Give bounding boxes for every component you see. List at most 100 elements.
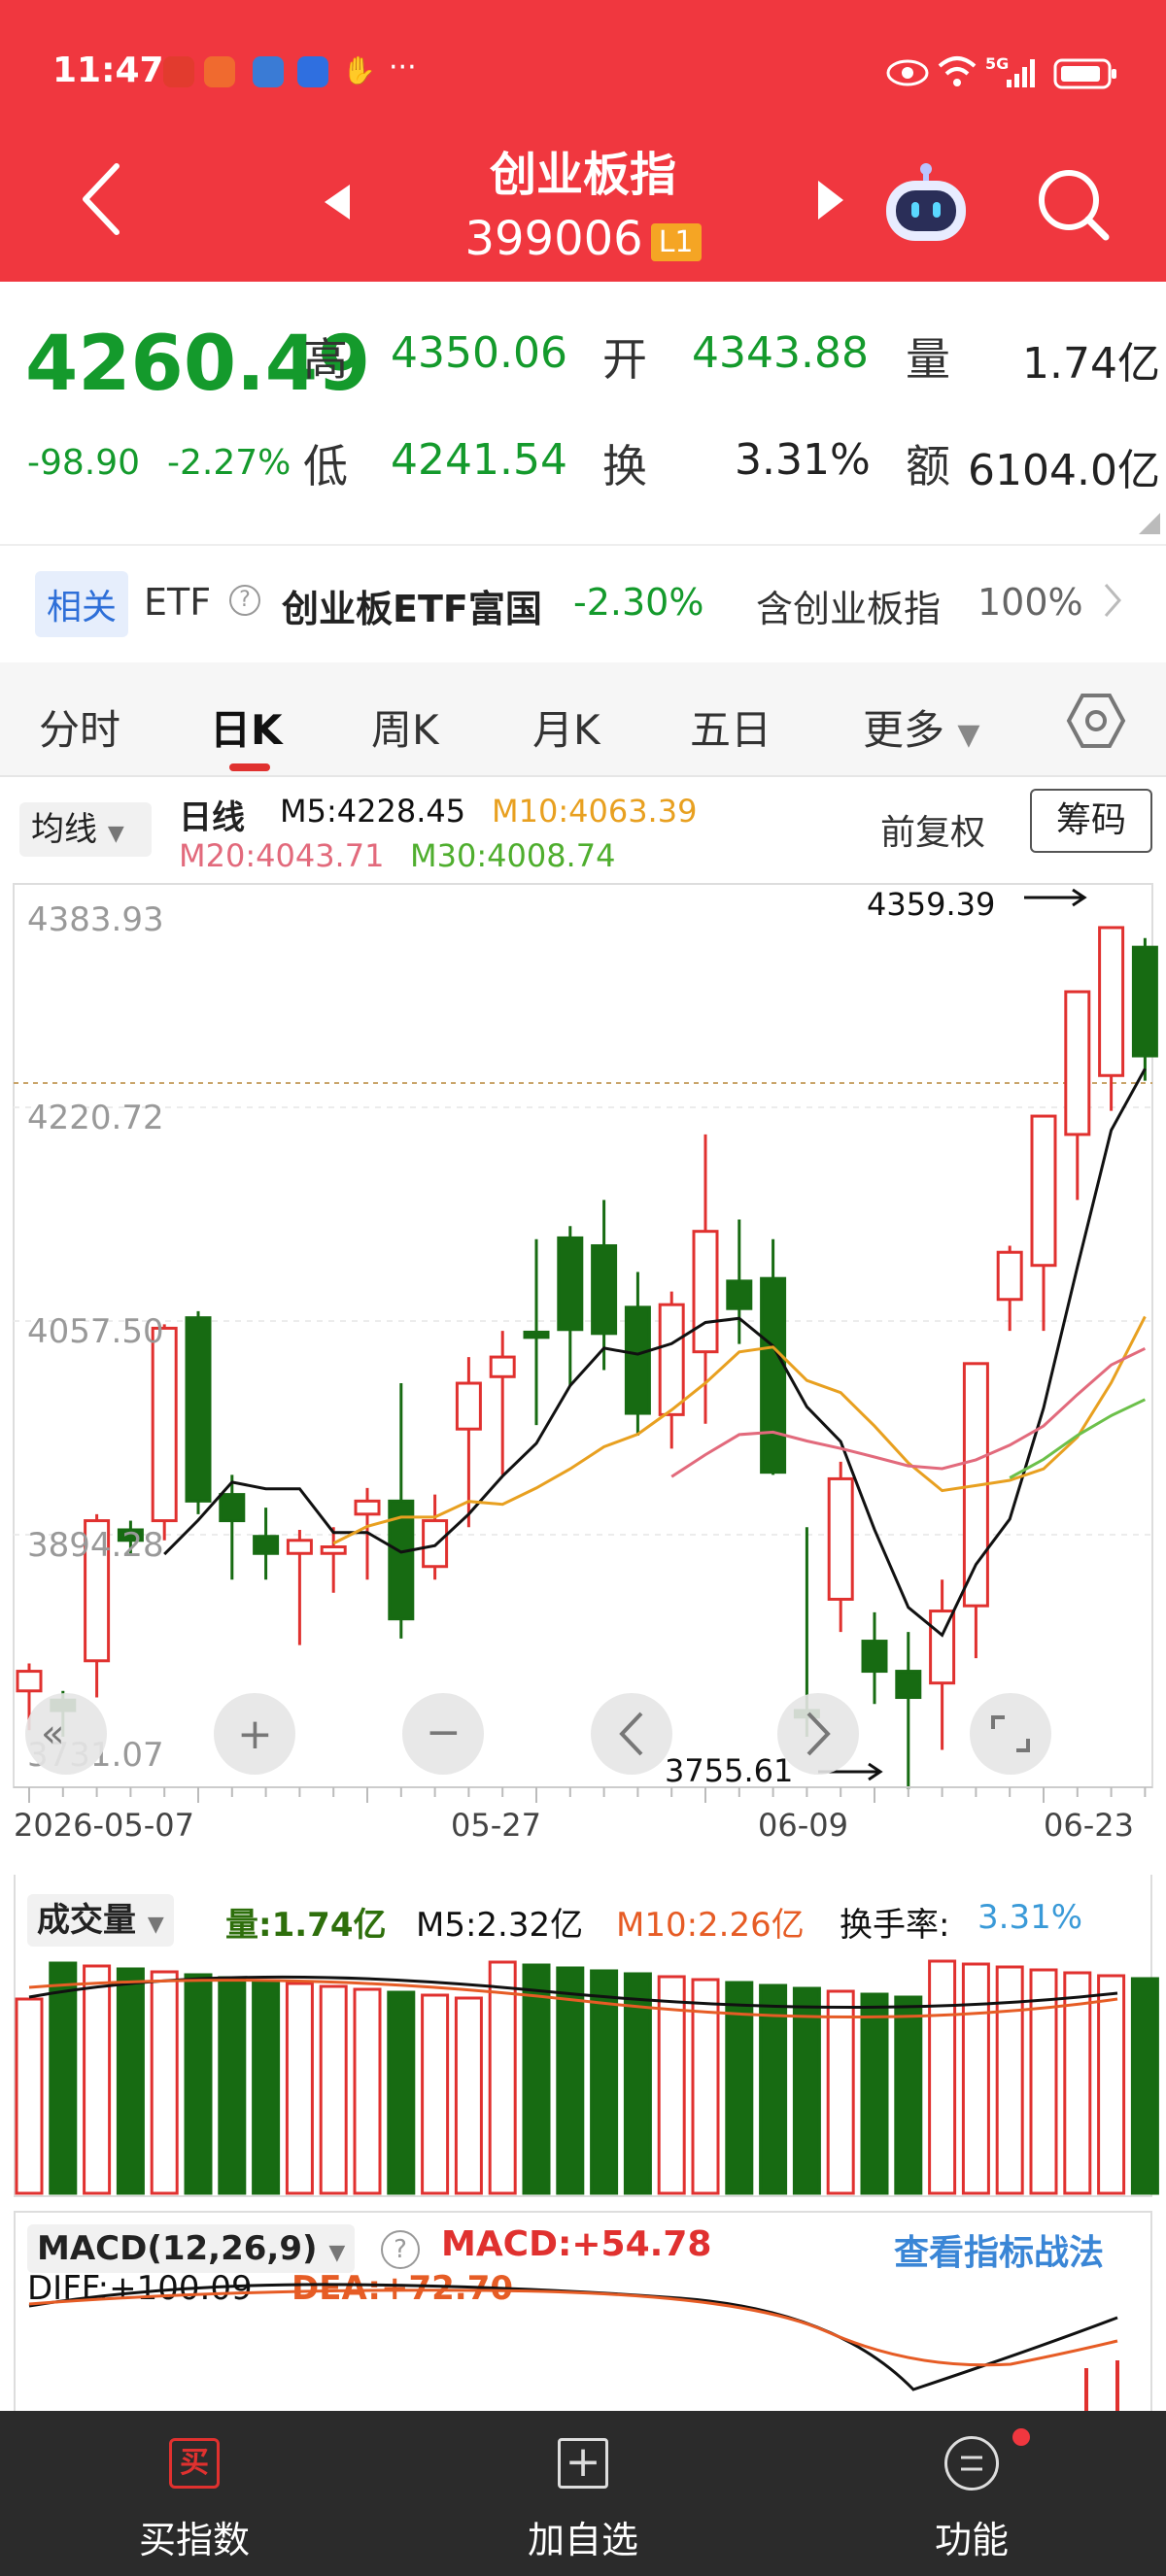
- volume-m5: M5:2.32亿: [416, 1906, 584, 1945]
- x-label-end: 06-23: [1044, 1807, 1134, 1844]
- menu-circle-icon: [944, 2436, 999, 2491]
- double-left-icon: «: [41, 1712, 64, 1756]
- macd-bar: [1115, 2360, 1119, 2411]
- volume-bar: [116, 1967, 145, 2195]
- turnover-rate-value: 3.31%: [977, 1898, 1083, 1937]
- volume-bar: [353, 1987, 382, 2195]
- baidu-icon: [297, 56, 328, 87]
- candle-body: [523, 1330, 550, 1339]
- candle-body: [692, 1230, 719, 1354]
- buy-index-label: 买指数: [138, 2519, 250, 2561]
- high-marker-arrow: [1024, 888, 1087, 907]
- ma-selector[interactable]: 均线 ▼: [19, 802, 152, 857]
- candle-body: [1064, 990, 1091, 1136]
- candle-body: [185, 1316, 212, 1503]
- scroll-right-button[interactable]: [777, 1693, 859, 1775]
- x-label-3: 06-09: [758, 1807, 848, 1844]
- add-watchlist-label: 加自选: [527, 2519, 638, 2561]
- y-label-2: 4220.72: [27, 1099, 164, 1137]
- scroll-left-button[interactable]: [591, 1693, 672, 1775]
- page-title: 创业板指: [489, 148, 676, 202]
- tab-more[interactable]: 更多 ▼: [863, 697, 979, 757]
- functions-button[interactable]: 功能: [777, 2411, 1166, 2576]
- robot-assistant-icon[interactable]: [880, 161, 972, 249]
- tab-five-day[interactable]: 五日: [690, 697, 772, 757]
- candle-body: [591, 1243, 618, 1336]
- expand-corner-icon[interactable]: [1139, 513, 1160, 538]
- volume-bar: [319, 1984, 348, 2195]
- settings-icon[interactable]: [1065, 690, 1127, 756]
- volume-chart: [15, 1959, 1159, 2195]
- app-header: 11:47 ✋ ··· 5G 创业板指 399006 L1: [0, 0, 1166, 282]
- macd-bar: [1084, 2368, 1088, 2411]
- contains-text: 含创业板指: [756, 588, 942, 630]
- candle-body: [455, 1381, 482, 1431]
- tab-intraday[interactable]: 分时: [39, 697, 120, 757]
- kline-frame: [13, 883, 1153, 1788]
- x-label-start: 2026-05-07: [14, 1807, 194, 1844]
- period-tabs: 分时 日K 周K 月K 五日 更多 ▼: [0, 662, 1166, 777]
- volume-selector[interactable]: 成交量 ▼: [27, 1894, 174, 1947]
- related-etf-bar[interactable]: 相关 ETF ? 创业板ETF富国 -2.30% 含创业板指 100%: [0, 544, 1166, 661]
- volume-bar: [387, 1990, 416, 2195]
- open-label: 开: [602, 333, 647, 386]
- candle-body: [557, 1236, 584, 1332]
- next-index-button[interactable]: [814, 179, 847, 225]
- help-icon[interactable]: ?: [229, 585, 260, 616]
- rewind-button[interactable]: [25, 1693, 107, 1775]
- candle-body: [286, 1539, 313, 1555]
- y-label-top: 4383.93: [27, 900, 164, 939]
- volume-label: 量: [906, 333, 950, 386]
- buy-index-button[interactable]: 买 买指数: [0, 2411, 389, 2576]
- volume-bar: [860, 1992, 889, 2195]
- volume-value: 1.74亿: [1022, 339, 1160, 389]
- etf-change: -2.30%: [573, 581, 704, 624]
- related-type: ETF: [144, 581, 212, 624]
- volume-bar: [218, 1976, 247, 2195]
- chips-button[interactable]: 筹码: [1030, 789, 1152, 853]
- volume-m10: M10:2.26亿: [616, 1906, 805, 1945]
- candle-body: [489, 1355, 516, 1378]
- price-change-pct: -2.27%: [167, 443, 292, 483]
- price-change: -98.90: [27, 443, 141, 483]
- volume-bar: [285, 1982, 314, 2195]
- signal-icon: [1005, 56, 1038, 93]
- macd-value: MACD:+54.78: [441, 2224, 712, 2264]
- minus-icon: −: [426, 1708, 462, 1757]
- volume-bar: [928, 1959, 957, 2195]
- volume-bar: [826, 1989, 855, 2195]
- tab-weekly-k[interactable]: 周K: [371, 697, 439, 757]
- turnover-label: 换: [602, 440, 647, 492]
- low-value: 4241.54: [391, 435, 567, 485]
- candle-body: [658, 1303, 685, 1416]
- alarm-icon: [204, 56, 235, 87]
- turnover-value: 3.31%: [735, 435, 871, 485]
- candle-body: [827, 1476, 854, 1601]
- low-marker: 3755.61: [665, 1752, 793, 1789]
- tab-daily-k[interactable]: 日K: [210, 697, 283, 757]
- active-tab-indicator: [229, 763, 270, 771]
- add-watchlist-button[interactable]: + 加自选: [389, 2411, 777, 2576]
- open-value: 4343.88: [692, 328, 869, 378]
- candle-body: [151, 1326, 178, 1523]
- candle-body: [1131, 945, 1158, 1058]
- x-label-2: 05-27: [451, 1807, 541, 1844]
- tab-monthly-k[interactable]: 月K: [532, 697, 600, 757]
- amount-label: 额: [906, 440, 950, 492]
- index-code: 399006: [464, 212, 643, 266]
- etf-name: 创业板ETF富国: [282, 588, 542, 630]
- candle-body: [624, 1305, 651, 1415]
- volume-bar: [1097, 1974, 1126, 2195]
- y-label-4: 3894.28: [27, 1526, 164, 1565]
- notification-dot: [1012, 2428, 1030, 2446]
- search-icon[interactable]: [1034, 165, 1112, 247]
- adjust-label[interactable]: 前复权: [880, 804, 985, 855]
- candle-body: [1098, 926, 1125, 1077]
- kline-chart[interactable]: 4383.93 4220.72 4057.50 3894.28 3731.07 …: [0, 874, 1166, 1846]
- volume-bar: [150, 1970, 179, 2195]
- index-code-row: 399006 L1: [0, 212, 1166, 266]
- candle-body: [996, 1250, 1023, 1302]
- macd-chart: [28, 2283, 1119, 2411]
- dea-line: [28, 2288, 1118, 2367]
- fullscreen-button[interactable]: [970, 1693, 1051, 1775]
